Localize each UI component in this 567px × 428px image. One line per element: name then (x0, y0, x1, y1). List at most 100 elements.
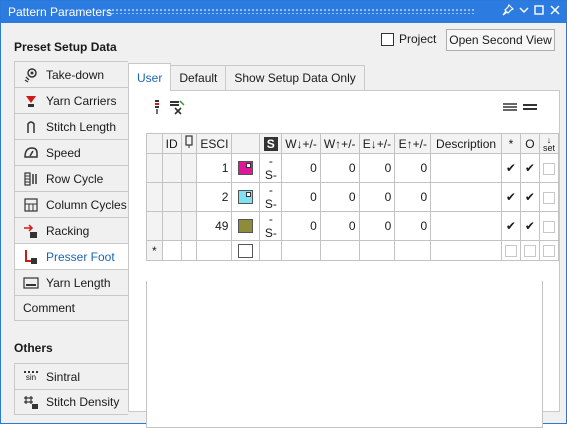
w-down-cell[interactable] (281, 240, 321, 261)
new-row[interactable]: * (146, 240, 560, 261)
e-down-cell[interactable]: 0 (358, 182, 396, 212)
esci-cell[interactable]: 49 (196, 211, 233, 241)
column-header-esci[interactable]: ESCI (196, 133, 233, 154)
id-cell[interactable] (161, 240, 182, 261)
set-checkbox[interactable] (542, 162, 555, 175)
device-cell[interactable] (180, 240, 198, 261)
table-empty-area[interactable] (146, 281, 543, 428)
e-down-cell[interactable]: 0 (358, 211, 396, 241)
sidebar-item-take-down[interactable]: Take-down (14, 61, 128, 87)
column-header-id[interactable]: ID (161, 133, 182, 154)
description-cell[interactable] (430, 182, 502, 212)
compact-view-icon[interactable] (522, 99, 538, 115)
set-checkbox[interactable] (542, 220, 555, 233)
column-header-o[interactable]: O (519, 133, 540, 154)
w-up-cell[interactable]: 0 (319, 211, 360, 241)
sidebar-item-sintral[interactable]: sin Sintral (14, 363, 128, 389)
set-cell[interactable] (538, 211, 560, 241)
o-check-cell[interactable]: ✔ (519, 211, 540, 241)
e-up-cell[interactable] (394, 240, 432, 261)
tab-user[interactable]: User (128, 63, 172, 91)
insert-row-icon[interactable] (149, 99, 165, 115)
delete-row-icon[interactable] (169, 99, 185, 115)
e-down-cell[interactable]: 0 (358, 153, 396, 183)
column-header-device[interactable] (180, 133, 198, 154)
project-checkbox[interactable]: Project (381, 32, 436, 46)
esci-cell[interactable] (196, 240, 233, 261)
list-view-icon[interactable] (502, 99, 518, 115)
chevron-down-icon[interactable] (516, 4, 532, 20)
maximize-icon[interactable] (531, 4, 547, 20)
sinker-cell[interactable]: -S- (259, 211, 283, 241)
project-checkbox-box[interactable] (381, 32, 394, 46)
description-cell[interactable] (430, 240, 502, 261)
title-bar-grip[interactable] (107, 8, 474, 14)
table-row[interactable]: 2 -S- 0 0 0 0 ✔ ✔ (146, 182, 560, 212)
row-header[interactable] (146, 211, 163, 241)
esci-cell[interactable]: 2 (196, 182, 233, 212)
sidebar-item-presser-foot[interactable]: Presser Foot (14, 243, 129, 269)
color-cell[interactable] (231, 153, 261, 183)
color-cell[interactable] (231, 182, 261, 212)
w-down-cell[interactable]: 0 (281, 153, 321, 183)
e-down-cell[interactable] (358, 240, 396, 261)
set-cell[interactable] (538, 153, 560, 183)
column-header-set[interactable]: ↓ set (538, 133, 560, 154)
color-swatch[interactable] (238, 161, 254, 176)
color-cell[interactable] (231, 240, 261, 261)
pin-icon[interactable] (500, 3, 516, 20)
column-header-w-up[interactable]: W↑+/- (319, 133, 360, 154)
e-up-cell[interactable]: 0 (394, 211, 432, 241)
description-cell[interactable] (430, 211, 502, 241)
star-check-cell[interactable]: ✔ (500, 153, 521, 183)
sinker-cell[interactable]: -S- (259, 153, 283, 183)
set-cell[interactable] (538, 240, 560, 261)
row-header[interactable] (146, 182, 163, 212)
open-second-view-button[interactable]: Open Second View (446, 29, 555, 51)
description-cell[interactable] (430, 153, 502, 183)
column-header-w-down[interactable]: W↓+/- (281, 133, 321, 154)
column-header-sinker[interactable]: S (259, 133, 283, 154)
sidebar-item-stitch-length[interactable]: Stitch Length (14, 113, 128, 139)
set-cell[interactable] (538, 182, 560, 212)
row-header[interactable] (146, 153, 163, 183)
e-up-cell[interactable]: 0 (394, 182, 432, 212)
close-icon[interactable] (547, 4, 563, 20)
sidebar-item-racking[interactable]: Racking (14, 217, 128, 243)
table-row[interactable]: 49 -S- 0 0 0 0 ✔ ✔ (146, 211, 560, 241)
color-swatch[interactable] (238, 219, 254, 234)
table-row[interactable]: 1 -S- 0 0 0 0 ✔ ✔ (146, 153, 560, 183)
set-checkbox[interactable] (542, 245, 555, 258)
color-swatch[interactable] (238, 190, 254, 205)
w-down-cell[interactable]: 0 (281, 211, 321, 241)
star-check-cell[interactable]: ✔ (500, 182, 521, 212)
column-header-e-up[interactable]: E↑+/- (394, 133, 432, 154)
o-checkbox[interactable] (523, 245, 536, 258)
star-check-cell[interactable] (500, 240, 521, 261)
sinker-cell[interactable] (259, 240, 283, 261)
o-check-cell[interactable]: ✔ (519, 153, 540, 183)
w-up-cell[interactable]: 0 (319, 182, 360, 212)
column-header-description[interactable]: Description (430, 133, 502, 154)
w-up-cell[interactable]: 0 (319, 153, 360, 183)
column-header-star[interactable]: * (500, 133, 521, 154)
tab-show-setup-data-only[interactable]: Show Setup Data Only (225, 65, 365, 91)
tab-default[interactable]: Default (170, 65, 227, 91)
esci-cell[interactable]: 1 (196, 153, 233, 183)
e-up-cell[interactable]: 0 (394, 153, 432, 183)
w-up-cell[interactable] (319, 240, 360, 261)
sidebar-item-yarn-carriers[interactable]: Yarn Carriers (14, 87, 128, 113)
sidebar-item-yarn-length[interactable]: Yarn Length (14, 269, 128, 295)
color-swatch[interactable] (238, 243, 254, 258)
o-check-cell[interactable] (519, 240, 540, 261)
star-checkbox[interactable] (504, 245, 517, 258)
o-check-cell[interactable]: ✔ (519, 182, 540, 212)
sidebar-item-stitch-density[interactable]: Stitch Density (14, 389, 128, 415)
color-cell[interactable] (231, 211, 261, 241)
column-header-e-down[interactable]: E↓+/- (358, 133, 396, 154)
sidebar-item-speed[interactable]: Speed (14, 139, 128, 165)
w-down-cell[interactable]: 0 (281, 182, 321, 212)
star-check-cell[interactable]: ✔ (500, 211, 521, 241)
sidebar-item-comment[interactable]: Comment (14, 295, 128, 321)
sidebar-item-column-cycles[interactable]: Column Cycles (14, 191, 128, 217)
